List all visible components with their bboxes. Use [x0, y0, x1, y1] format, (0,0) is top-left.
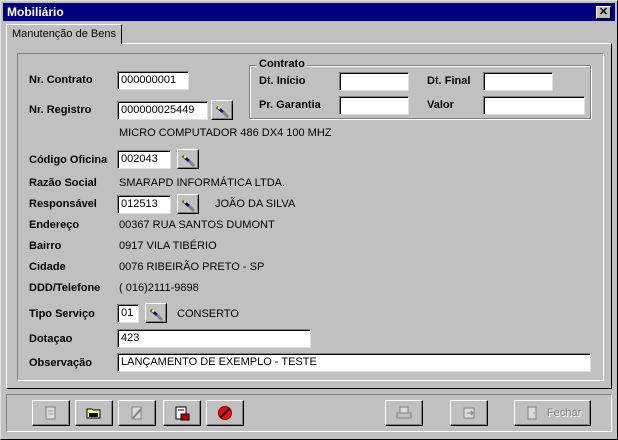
window: Mobiliário ✕ Manutenção de Bens Nr. Cont…: [0, 0, 618, 440]
codigo-oficina-input[interactable]: 002043: [117, 150, 171, 169]
valor-label: Valor: [427, 99, 454, 111]
nr-contrato-label: Nr. Contrato: [29, 74, 93, 86]
responsavel-name: JOÃO DA SILVA: [215, 198, 296, 210]
edit-icon: [131, 406, 142, 420]
responsavel-lookup-button[interactable]: [177, 194, 199, 214]
flashlight-icon: [216, 106, 229, 118]
ddd-telefone-label: DDD/Telefone: [29, 282, 101, 294]
nr-registro-lookup-button[interactable]: [211, 100, 233, 120]
responsavel-input[interactable]: 012513: [117, 195, 171, 214]
new-document-icon: [45, 406, 56, 420]
cidade-label: Cidade: [29, 261, 66, 273]
razao-social-label: Razão Social: [29, 177, 97, 189]
pr-garantia-label: Pr. Garantia: [259, 99, 321, 111]
folder-icon: [86, 408, 101, 419]
bairro-label: Bairro: [29, 240, 62, 252]
nr-contrato-input[interactable]: 000000001: [117, 71, 189, 90]
close-window-button[interactable]: ✕: [596, 6, 611, 19]
dt-final-input[interactable]: [483, 72, 553, 91]
print-button[interactable]: [385, 400, 423, 426]
dotacao-input[interactable]: 423: [117, 329, 311, 348]
tipo-servico-lookup-button[interactable]: [145, 303, 167, 323]
title-bar: Mobiliário ✕: [3, 3, 615, 21]
export-button[interactable]: [450, 400, 488, 426]
cancel-icon: [218, 406, 232, 420]
save-button[interactable]: [163, 400, 201, 426]
tipo-servico-label: Tipo Serviço: [29, 308, 95, 320]
razao-social-value: SMARAPD INFORMÁTICA LTDA.: [119, 177, 286, 189]
dt-inicio-input[interactable]: [339, 72, 409, 91]
responsavel-label: Responsável: [29, 198, 97, 210]
open-button[interactable]: [75, 400, 113, 426]
window-title: Mobiliário: [7, 5, 64, 19]
nr-registro-label: Nr. Registro: [29, 104, 92, 116]
flashlight-icon: [150, 309, 163, 321]
dt-final-label: Dt. Final: [427, 75, 471, 87]
observacao-label: Observação: [29, 357, 92, 369]
edit-button[interactable]: [118, 400, 156, 426]
codigo-oficina-lookup-button[interactable]: [177, 149, 199, 169]
tab-label: Manutenção de Bens: [12, 28, 116, 40]
cancel-button[interactable]: [206, 400, 244, 426]
dotacao-label: Dotaçao: [29, 333, 73, 345]
tab-manutencao-de-bens[interactable]: Manutenção de Bens: [6, 24, 122, 44]
tipo-servico-input[interactable]: 01: [117, 304, 139, 323]
endereco-value: 00367 RUA SANTOS DUMONT: [119, 219, 275, 231]
fechar-button[interactable]: Fechar: [514, 400, 591, 426]
pr-garantia-input[interactable]: [339, 96, 409, 115]
nr-registro-description: MICRO COMPUTADOR 486 DX4 100 MHZ: [119, 127, 332, 139]
tipo-servico-description: CONSERTO: [177, 308, 239, 320]
save-icon: [175, 406, 190, 421]
nr-registro-input[interactable]: 000000025449: [117, 101, 208, 120]
bairro-value: 0917 VILA TIBÉRIO: [119, 240, 217, 252]
flashlight-icon: [182, 200, 195, 212]
close-icon: ✕: [598, 6, 609, 18]
cidade-value: 0076 RIBEIRÃO PRETO - SP: [119, 261, 265, 273]
dt-inicio-label: Dt. Início: [259, 75, 306, 87]
valor-input[interactable]: [483, 96, 585, 115]
new-record-button[interactable]: [32, 400, 70, 426]
ddd-telefone-value: ( 016)2111-9898: [119, 282, 199, 294]
printer-icon: [396, 406, 412, 419]
endereco-label: Endereço: [29, 219, 80, 231]
flashlight-icon: [182, 155, 195, 167]
codigo-oficina-label: Código Oficina: [29, 154, 108, 166]
fechar-label: Fechar: [547, 407, 582, 419]
contrato-group-title: Contrato: [257, 58, 307, 70]
observacao-input[interactable]: LANÇAMENTO DE EXEMPLO - TESTE: [117, 353, 591, 372]
door-icon: [527, 406, 537, 420]
export-icon: [463, 407, 475, 419]
